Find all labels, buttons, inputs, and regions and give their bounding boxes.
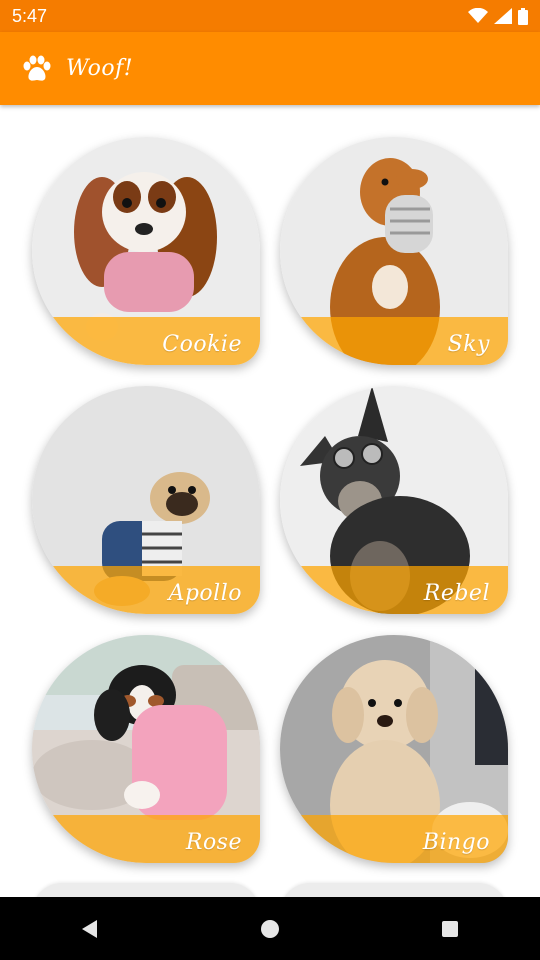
status-time: 5:47 <box>12 5 48 26</box>
dog-name-rebel: Rebel <box>423 581 490 606</box>
dog-name-apollo: Apollo <box>168 581 242 606</box>
signal-icon <box>494 8 512 24</box>
dog-card-rose[interactable]: Rose <box>32 635 260 863</box>
back-button[interactable] <box>60 909 120 949</box>
home-icon <box>261 919 279 938</box>
back-icon <box>82 919 97 938</box>
dog-card-apollo[interactable]: Apollo <box>32 386 260 614</box>
app-bar: Woof! <box>0 32 540 105</box>
recents-button[interactable] <box>420 909 480 949</box>
dog-card-rebel[interactable]: Rebel <box>280 386 508 614</box>
recents-icon <box>442 920 458 937</box>
dog-card-partial[interactable] <box>280 883 508 897</box>
dog-grid[interactable]: Cookie Sky Apollo Rebel Rose Bingo <box>0 105 540 897</box>
status-bar: 5:47 <box>0 0 540 32</box>
dog-card-sky[interactable]: Sky <box>280 137 508 365</box>
paw-icon <box>23 55 51 81</box>
wifi-icon <box>468 8 488 23</box>
navigation-bar <box>0 897 540 960</box>
battery-icon <box>518 7 528 25</box>
dog-card-partial[interactable] <box>32 883 260 897</box>
dog-name-sky: Sky <box>447 332 490 357</box>
app-title: Woof! <box>66 56 134 81</box>
dog-name-bingo: Bingo <box>422 830 490 855</box>
home-button[interactable] <box>240 909 300 949</box>
dog-card-bingo[interactable]: Bingo <box>280 635 508 863</box>
dog-name-rose: Rose <box>185 830 242 855</box>
dog-name-cookie: Cookie <box>162 332 242 357</box>
dog-card-cookie[interactable]: Cookie <box>32 137 260 365</box>
status-icons <box>468 7 528 25</box>
